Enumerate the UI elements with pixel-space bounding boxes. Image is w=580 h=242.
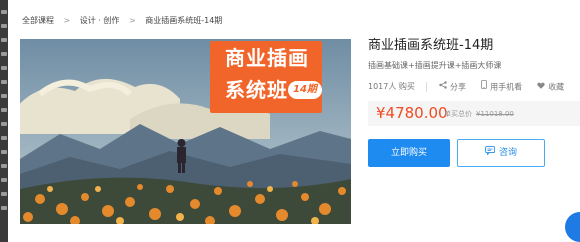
toolbar-tool[interactable] [1, 94, 7, 98]
toolbar-tool[interactable] [1, 150, 7, 154]
breadcrumb-category[interactable]: 设计 · 创作 [80, 14, 120, 28]
buyer-count: 1017人 购买 [368, 82, 415, 92]
course-meta: 1017人 购买 分享 用手机看 收藏 [368, 80, 564, 94]
phone-icon [481, 80, 487, 94]
toolbar-tool[interactable] [1, 108, 7, 112]
course-title: 商业插画系统班-14期 [368, 38, 494, 53]
price-panel: ¥4780.00 单买总价 ¥11018.00 [368, 101, 580, 126]
buy-now-button[interactable]: 立即购买 [368, 139, 450, 167]
heart-icon [537, 80, 545, 94]
toolbar-tool[interactable] [1, 178, 7, 182]
course-subtitle: 插画基础课+插画提升课+插画大师课 [368, 61, 502, 70]
collect-label: 收藏 [548, 82, 565, 92]
current-price: ¥4780.00 [376, 104, 448, 122]
divider [426, 82, 428, 93]
toolbar-tool[interactable] [1, 136, 7, 140]
share-icon [439, 80, 447, 94]
toolbar-tool[interactable] [1, 10, 7, 14]
chat-icon [485, 140, 495, 166]
toolbar-tool[interactable] [1, 80, 7, 84]
toolbar-tool[interactable] [1, 38, 7, 42]
toolbar-tool[interactable] [1, 24, 7, 28]
breadcrumb: 全部课程 > 设计 · 创作 > 商业插画系统班-14期 [22, 14, 222, 28]
consult-button[interactable]: 咨询 [457, 139, 545, 167]
share-link[interactable]: 分享 [439, 80, 466, 95]
mobile-view-label: 用手机看 [490, 82, 523, 92]
breadcrumb-current: 商业插画系统班-14期 [145, 16, 223, 25]
collect-link[interactable]: 收藏 [537, 80, 564, 95]
original-price: ¥11018.00 [476, 110, 514, 118]
consult-label: 咨询 [498, 148, 517, 158]
course-cover-image: 商业插画 系统班 14期 [20, 39, 351, 224]
chevron-right-icon: > [63, 16, 71, 25]
toolbar-tool[interactable] [1, 206, 7, 210]
banner-title-line-1: 商业插画 [225, 46, 309, 70]
chevron-right-icon: > [128, 16, 136, 25]
floating-help-button[interactable] [565, 212, 580, 242]
share-label: 分享 [450, 82, 466, 92]
banner-title-line-2: 系统班 [225, 78, 288, 102]
toolbar-tool[interactable] [1, 164, 7, 168]
toolbar-tool[interactable] [1, 52, 7, 56]
mobile-view-link[interactable]: 用手机看 [481, 80, 522, 95]
original-price-label: 单买总价 [444, 110, 472, 118]
breadcrumb-all-courses[interactable]: 全部课程 [22, 14, 54, 28]
toolbar-tool[interactable] [1, 122, 7, 126]
banner-batch-tag: 14期 [288, 81, 322, 99]
left-toolbar [0, 0, 8, 242]
toolbar-tool[interactable] [1, 66, 7, 70]
toolbar-tool[interactable] [1, 192, 7, 196]
